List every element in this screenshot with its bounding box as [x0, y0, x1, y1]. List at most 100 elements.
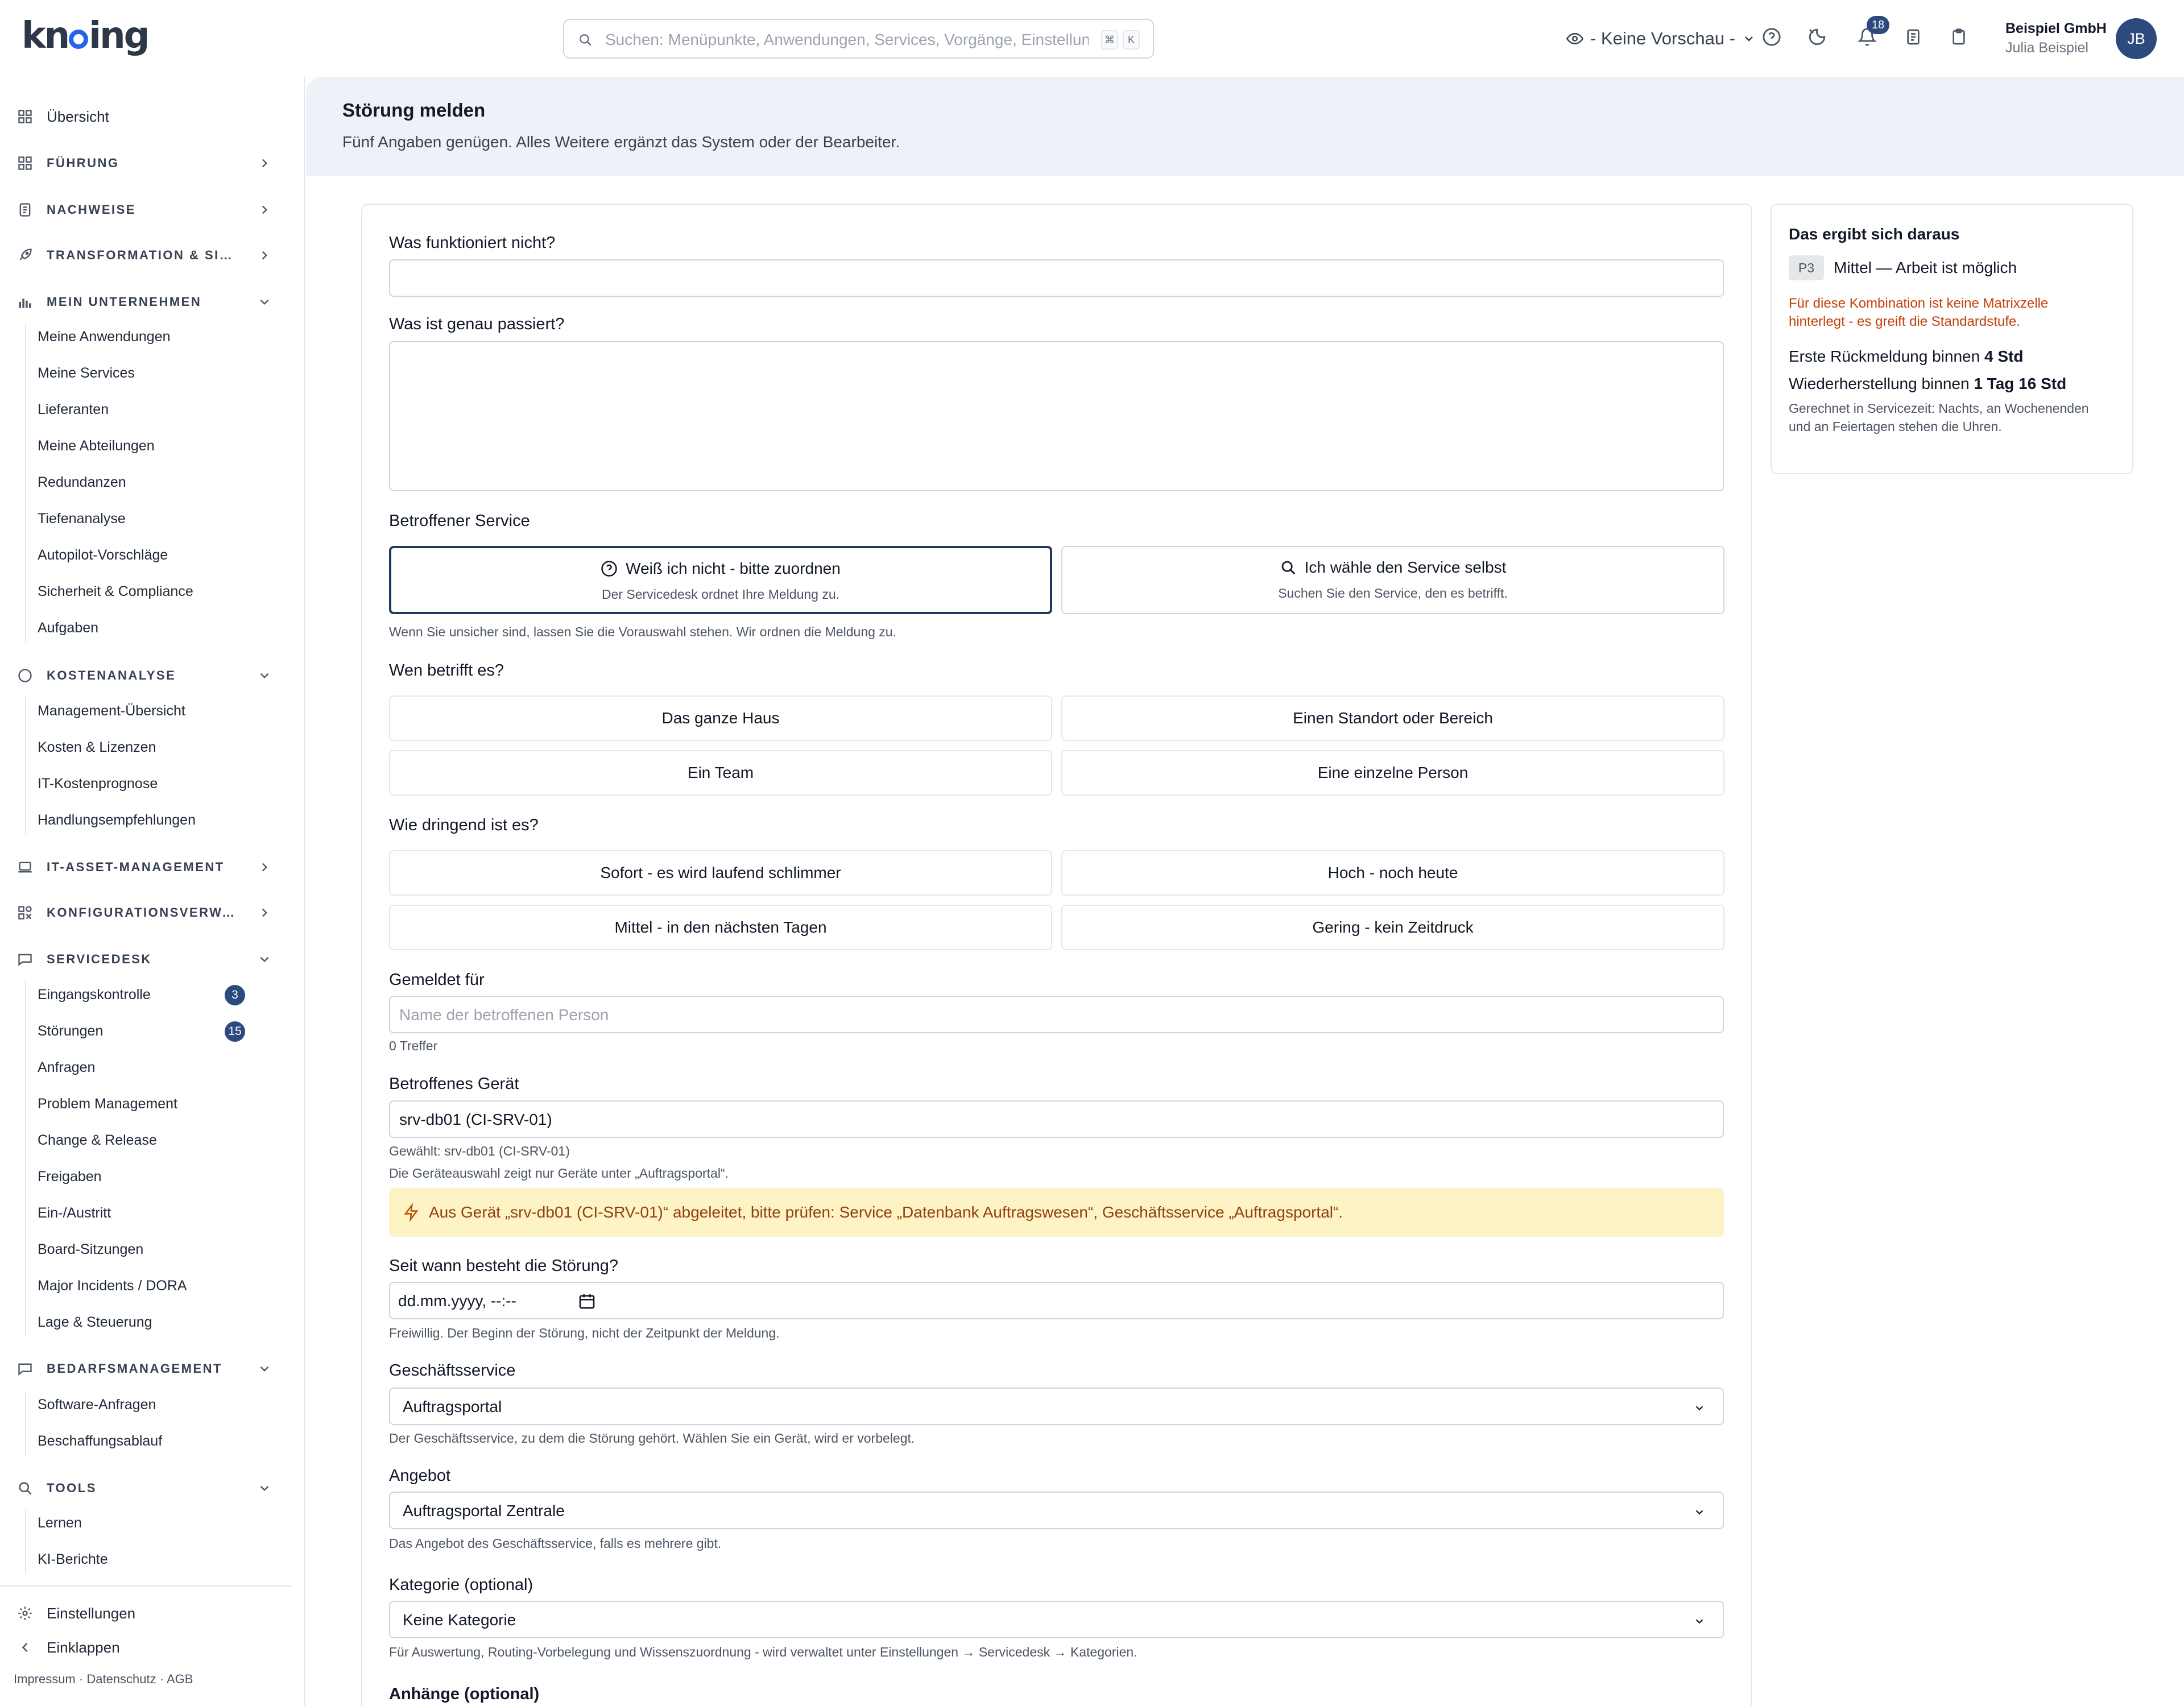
chevron-down-icon[interactable] — [257, 952, 272, 967]
sidebar-item-lage-steuerung[interactable]: Lage & Steuerung — [38, 1314, 152, 1331]
sidebar-item-einstellungen[interactable]: Einstellungen — [17, 1602, 135, 1625]
sidebar-item-problem-management[interactable]: Problem Management — [38, 1096, 177, 1112]
sidebar-item-label: Einklappen — [47, 1638, 120, 1656]
business-service-select[interactable]: Auftragsportal — [389, 1388, 1724, 1425]
footer-links[interactable]: Impressum · Datenschutz · AGB — [14, 1672, 193, 1687]
urgency-option-hoch[interactable]: Hoch - noch heute — [1061, 850, 1724, 896]
service-option-unknown[interactable]: Weiß ich nicht - bitte zuordnen Der Serv… — [389, 546, 1052, 614]
chevron-down-icon[interactable] — [257, 1481, 272, 1496]
service-option-select[interactable]: Ich wähle den Service selbst Suchen Sie … — [1061, 546, 1724, 614]
since-datetime-input[interactable]: dd.mm.yyyy, --:-- — [389, 1282, 1724, 1319]
chevron-right-icon[interactable] — [257, 860, 272, 875]
sidebar-item-ein-austritt[interactable]: Ein-/Austritt — [38, 1205, 111, 1221]
chevron-right-icon[interactable] — [257, 156, 272, 171]
device-input[interactable]: srv-db01 (CI-SRV-01) — [389, 1100, 1724, 1138]
urgency-option-mittel[interactable]: Mittel - in den nächsten Tagen — [389, 905, 1052, 950]
clipboard-icon[interactable] — [1950, 27, 1968, 47]
sidebar-section-konfiguration[interactable]: KONFIGURATIONSVERWALTUNG — [17, 901, 240, 924]
chevron-right-icon[interactable] — [257, 905, 272, 920]
calendar-icon[interactable] — [578, 1292, 596, 1310]
organization-name: Beispiel GmbH — [2005, 20, 2107, 36]
sidebar-item-anfragen[interactable]: Anfragen — [38, 1059, 95, 1076]
sidebar-item-autopilot[interactable]: Autopilot-Vorschläge — [38, 547, 168, 564]
sidebar-section-it-asset[interactable]: IT-ASSET-MANAGEMENT — [17, 856, 225, 879]
business-service-label: Geschäftsservice — [389, 1361, 516, 1380]
result-title: Das ergibt sich daraus — [1789, 225, 1960, 243]
chevron-down-icon[interactable] — [257, 668, 272, 683]
avatar[interactable]: JB — [2116, 18, 2157, 59]
sidebar-section-label: MEIN UNTERNEHMEN — [47, 295, 202, 309]
lightning-icon — [403, 1203, 420, 1222]
sidebar-item-change-release[interactable]: Change & Release — [38, 1132, 157, 1149]
sidebar-item-handlungsempfehlungen[interactable]: Handlungsempfehlungen — [38, 812, 196, 829]
detail-textarea[interactable] — [389, 341, 1724, 491]
restore-value: 1 Tag 16 Std — [1974, 375, 2067, 392]
sidebar-item-lernen[interactable]: Lernen — [38, 1515, 82, 1531]
theme-toggle-icon[interactable] — [1807, 27, 1827, 47]
sidebar-item-eingangskontrolle[interactable]: Eingangskontrolle — [38, 987, 151, 1003]
sidebar-section-fuehrung[interactable]: FÜHRUNG — [17, 152, 119, 175]
sidebar-section-kostenanalyse[interactable]: KOSTENANALYSE — [17, 664, 176, 687]
preview-selector[interactable]: - Keine Vorschau - — [1566, 26, 1756, 51]
sidebar-item-aufgaben[interactable]: Aufgaben — [38, 620, 98, 636]
sidebar-item-tiefenanalyse[interactable]: Tiefenanalyse — [38, 511, 126, 527]
sidebar-item-redundanzen[interactable]: Redundanzen — [38, 474, 126, 491]
sidebar-section-servicedesk[interactable]: SERVICEDESK — [17, 948, 152, 971]
sidebar-divider — [0, 1585, 291, 1587]
sidebar-item-it-kostenprognose[interactable]: IT-Kostenprognose — [38, 776, 158, 792]
sidebar-section-tools[interactable]: TOOLS — [17, 1477, 97, 1500]
option-label: Hoch - noch heute — [1327, 864, 1458, 881]
offer-select[interactable]: Auftragsportal Zentrale — [389, 1492, 1724, 1529]
sidebar-section-transformation[interactable]: TRANSFORMATION & SICHERHEIT — [17, 244, 240, 267]
sidebar-section-mein-unternehmen[interactable]: MEIN UNTERNEHMEN — [17, 291, 201, 313]
reported-for-input[interactable]: Name der betroffenen Person — [389, 996, 1724, 1033]
help-icon[interactable] — [1762, 27, 1781, 47]
sidebar-collapse-button[interactable]: Einklappen — [17, 1636, 120, 1659]
chevron-right-icon[interactable] — [257, 248, 272, 263]
sidebar-item-major-incidents[interactable]: Major Incidents / DORA — [38, 1278, 187, 1294]
sidebar-item-meine-services[interactable]: Meine Services — [38, 365, 135, 382]
sidebar-section-bedarfsmanagement[interactable]: BEDARFSMANAGEMENT — [17, 1357, 222, 1380]
sidebar-item-meine-abteilungen[interactable]: Meine Abteilungen — [38, 438, 155, 454]
chevron-down-icon[interactable] — [257, 295, 272, 309]
sidebar-item-kosten-lizenzen[interactable]: Kosten & Lizenzen — [38, 739, 156, 756]
sidebar-item-freigaben[interactable]: Freigaben — [38, 1169, 102, 1185]
sidebar-item-label: Übersicht — [47, 107, 109, 125]
sidebar-section-label: TOOLS — [47, 1481, 97, 1495]
service-option-desc: Der Servicedesk ordnet Ihre Meldung zu. — [601, 587, 840, 602]
chevron-down-icon[interactable] — [257, 1361, 272, 1376]
sidebar-item-beschaffungsablauf[interactable]: Beschaffungsablauf — [38, 1433, 162, 1450]
sidebar-item-board-sitzungen[interactable]: Board-Sitzungen — [38, 1241, 143, 1258]
shortcut-key-k: K — [1123, 30, 1140, 49]
document-icon[interactable] — [1904, 27, 1922, 47]
page-title: Störung melden — [342, 100, 486, 121]
scope-option-haus[interactable]: Das ganze Haus — [389, 695, 1052, 741]
scope-option-standort[interactable]: Einen Standort oder Bereich — [1061, 695, 1724, 741]
priority-badge: P3 — [1789, 255, 1824, 280]
sidebar-item-meine-anwendungen[interactable]: Meine Anwendungen — [38, 329, 171, 345]
urgency-option-gering[interactable]: Gering - kein Zeitdruck — [1061, 905, 1724, 950]
sidebar-item-ki-berichte[interactable]: KI-Berichte — [38, 1551, 108, 1568]
urgency-option-sofort[interactable]: Sofort - es wird laufend schlimmer — [389, 850, 1052, 896]
search-placeholder: Suchen: Menüpunkte, Anwendungen, Service… — [605, 31, 1089, 48]
scope-option-person[interactable]: Eine einzelne Person — [1061, 750, 1724, 796]
sidebar-item-sicherheit[interactable]: Sicherheit & Compliance — [38, 583, 193, 600]
category-select[interactable]: Keine Kategorie — [389, 1601, 1724, 1638]
sidebar-item-management-uebersicht[interactable]: Management-Übersicht — [38, 703, 185, 719]
page-subtitle: Fünf Angaben genügen. Alles Weitere ergä… — [342, 133, 900, 151]
sidebar-item-lieferanten[interactable]: Lieferanten — [38, 401, 109, 418]
scope-option-team[interactable]: Ein Team — [389, 750, 1052, 796]
sidebar-item-label: Einstellungen — [47, 1604, 136, 1622]
sidebar-item-uebersicht[interactable]: Übersicht — [17, 105, 109, 128]
what-input[interactable] — [389, 259, 1724, 297]
sidebar-item-stoerungen[interactable]: Störungen — [38, 1023, 103, 1040]
knoing-logo[interactable]: kn ing — [22, 15, 150, 57]
device-label: Betroffenes Gerät — [389, 1075, 519, 1093]
sidebar-section-nachweise[interactable]: NACHWEISE — [17, 198, 136, 221]
global-search[interactable]: Suchen: Menüpunkte, Anwendungen, Service… — [563, 19, 1154, 59]
sidebar-section-label: NACHWEISE — [47, 202, 136, 217]
reported-for-hits: 0 Treffer — [389, 1038, 438, 1053]
chat-icon — [17, 951, 33, 967]
sidebar-item-software-anfragen[interactable]: Software-Anfragen — [38, 1397, 156, 1413]
chevron-right-icon[interactable] — [257, 202, 272, 217]
